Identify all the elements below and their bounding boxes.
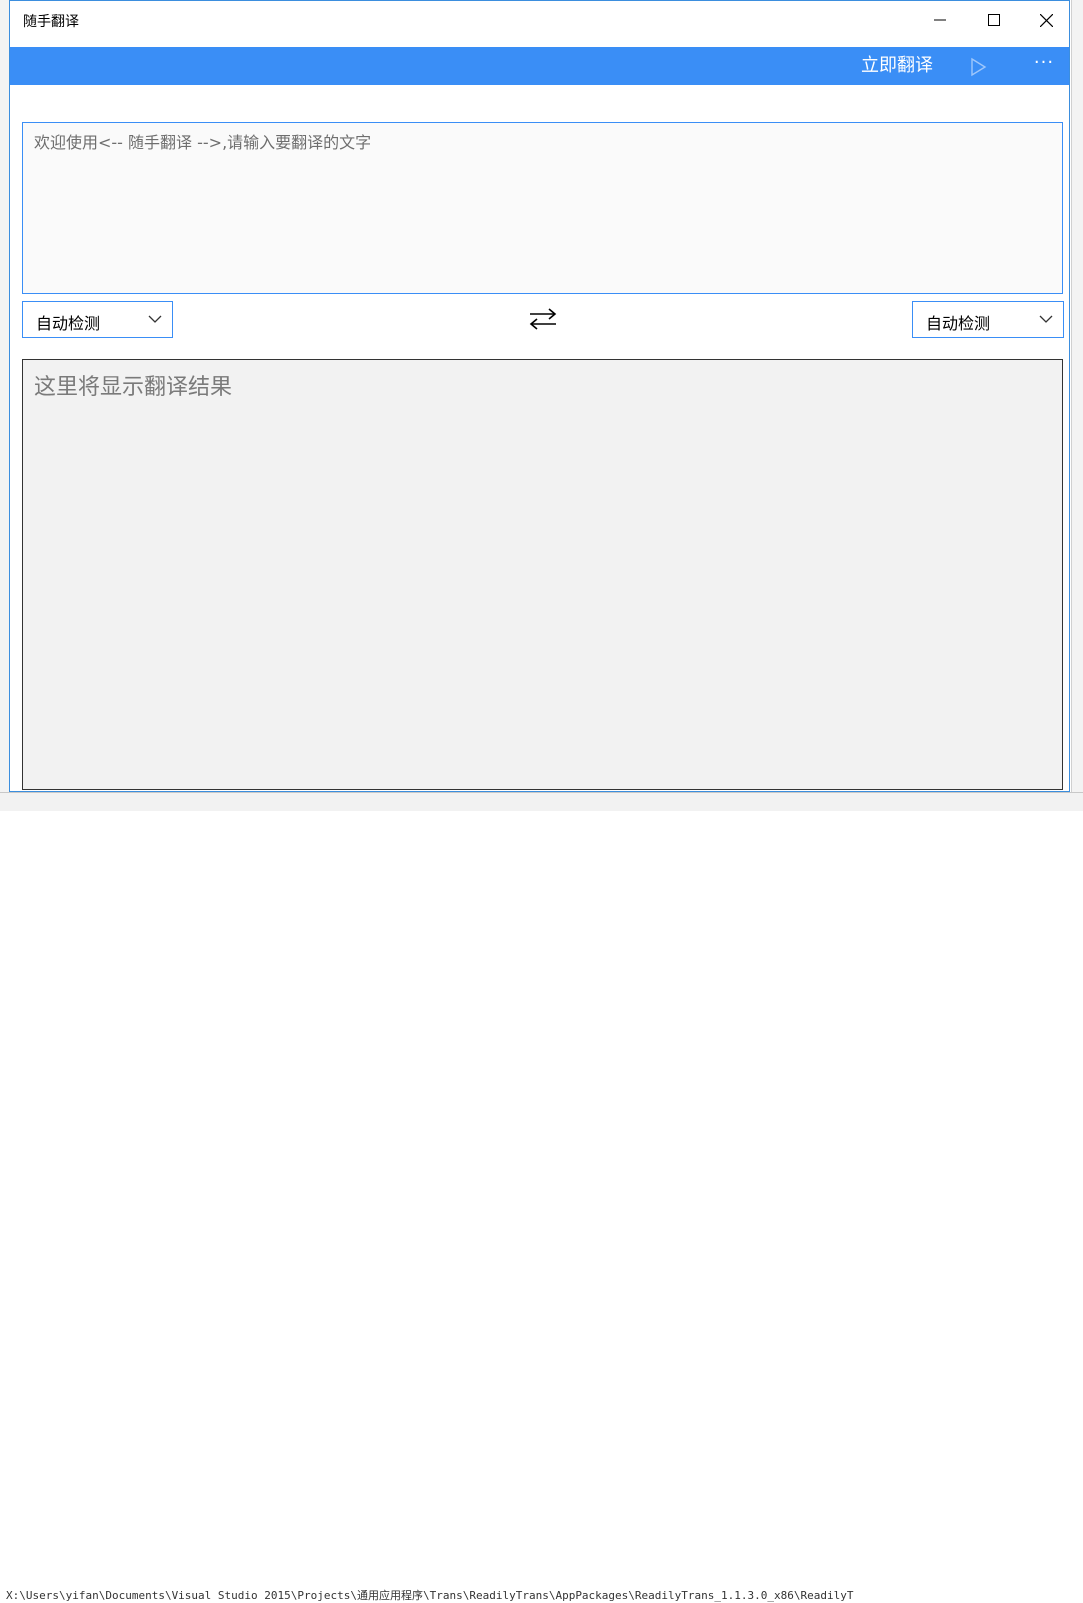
source-text-input[interactable]: 欢迎使用<-- 随手翻译 -->,请输入要翻译的文字	[22, 122, 1063, 294]
close-icon	[1039, 13, 1053, 27]
more-options-button[interactable]: ···	[1028, 53, 1060, 79]
maximize-button[interactable]	[968, 1, 1020, 39]
chevron-down-icon	[1039, 315, 1053, 323]
translate-now-button[interactable]: 立即翻译	[861, 47, 933, 85]
minimize-icon	[934, 19, 946, 21]
minimize-button[interactable]	[914, 1, 966, 39]
window-title: 随手翻译	[23, 14, 79, 30]
translation-result-area[interactable]: 这里将显示翻译结果	[22, 359, 1063, 790]
title-bar[interactable]: 随手翻译	[10, 1, 1069, 39]
target-language-select[interactable]: 自动检测	[912, 301, 1064, 338]
play-icon[interactable]	[968, 57, 988, 77]
command-bar: 立即翻译 ···	[10, 47, 1069, 85]
source-language-select[interactable]: 自动检测	[22, 301, 173, 338]
chevron-down-icon	[148, 315, 162, 323]
maximize-icon	[988, 14, 1000, 26]
background-window-right	[1071, 0, 1083, 810]
close-button[interactable]	[1020, 1, 1072, 39]
source-language-value: 自动检测	[36, 314, 101, 333]
target-language-value: 自动检测	[926, 314, 991, 333]
background-path-text: X:\Users\yifan\Documents\Visual Studio 2…	[6, 1589, 854, 1602]
app-window: 随手翻译 立即翻译 ··· 欢迎使用<-- 随手翻译 -->,请输入要翻译的文字…	[9, 0, 1070, 792]
swap-arrows-icon[interactable]	[527, 305, 559, 333]
background-console-strip: X:\Users\yifan\Documents\Visual Studio 2…	[0, 792, 1083, 1602]
